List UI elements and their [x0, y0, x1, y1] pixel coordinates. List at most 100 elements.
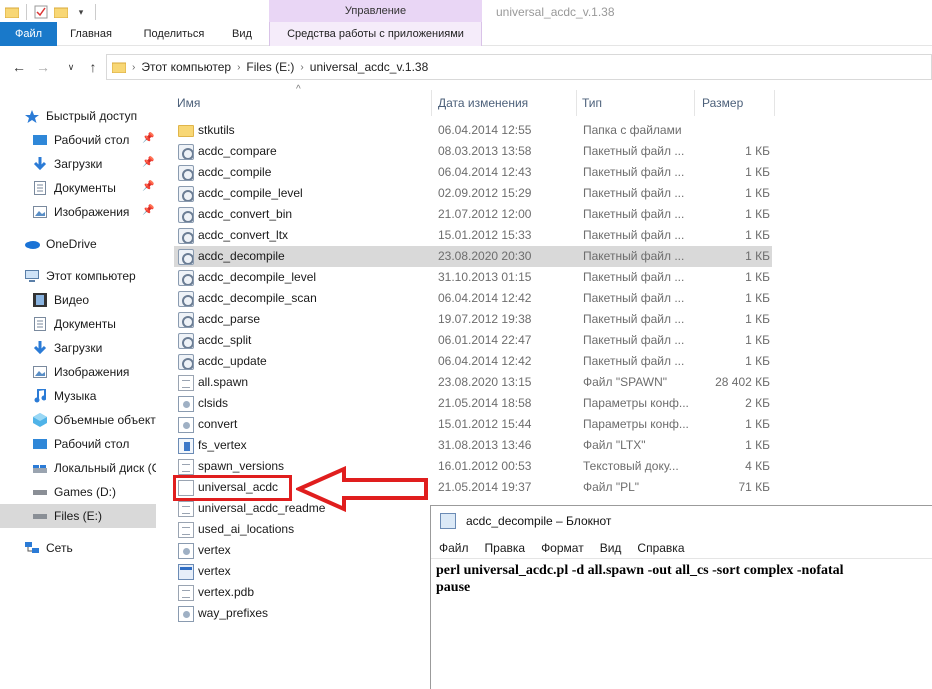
file-row[interactable]: acdc_convert_bin 21.07.2012 12:00 Пакетный…: [174, 204, 772, 225]
column-header-name[interactable]: Имя: [172, 90, 430, 116]
file-type: Параметры конф...: [583, 396, 689, 410]
tab-share[interactable]: Поделиться: [135, 22, 213, 46]
nav-desktop-pc[interactable]: Рабочий стол: [0, 432, 156, 456]
nav-label: Изображения: [54, 205, 130, 219]
nav-label: Быстрый доступ: [46, 109, 138, 123]
forward-icon[interactable]: →: [32, 56, 54, 78]
download-icon: [32, 156, 48, 172]
up-icon[interactable]: ↑: [82, 56, 104, 78]
recent-locations-icon[interactable]: ∨: [60, 56, 82, 78]
file-size: 1 КБ: [745, 354, 770, 368]
computer-icon: [24, 268, 40, 284]
notepad-icon: [440, 513, 456, 529]
file-row[interactable]: acdc_decompile_level 31.10.2013 01:15 Паке…: [174, 267, 772, 288]
nav-onedrive[interactable]: OneDrive: [0, 232, 156, 256]
file-size: 1 КБ: [745, 333, 770, 347]
column-header-size[interactable]: Размер: [697, 90, 773, 116]
chevron-right-icon[interactable]: ›: [237, 62, 240, 73]
file-date: 23.08.2020 20:30: [438, 249, 532, 263]
menu-help[interactable]: Справка: [637, 541, 684, 555]
breadcrumb-folder[interactable]: universal_acdc_v.1.38: [310, 60, 429, 74]
nav-documents-pc[interactable]: Документы: [0, 312, 156, 336]
file-date: 21.07.2012 12:00: [438, 207, 532, 221]
nav-downloads-pc[interactable]: Загрузки: [0, 336, 156, 360]
pin-icon[interactable]: 📌: [142, 133, 154, 144]
column-header-type[interactable]: Тип: [577, 90, 693, 116]
nav-videos[interactable]: Видео: [0, 288, 156, 312]
file-row[interactable]: clsids 21.05.2014 18:58 Параметры конф... 2…: [174, 393, 772, 414]
file-row[interactable]: acdc_decompile_scan 06.04.2014 12:42 Пакет…: [174, 288, 772, 309]
column-divider[interactable]: [431, 90, 432, 116]
file-row[interactable]: fs_vertex 31.08.2013 13:46 Файл "LTX" 1 КБ: [174, 435, 772, 456]
file-row[interactable]: acdc_compile 06.04.2014 12:43 Пакетный фай…: [174, 162, 772, 183]
properties-icon[interactable]: [31, 2, 51, 22]
pin-icon[interactable]: 📌: [142, 205, 154, 216]
file-date: 21.05.2014 19:37: [438, 480, 532, 494]
text-file-icon: [178, 459, 194, 475]
menu-view[interactable]: Вид: [600, 541, 622, 555]
file-row[interactable]: acdc_convert_ltx 15.01.2012 15:33 Пакетный…: [174, 225, 772, 246]
nav-pictures-pc[interactable]: Изображения: [0, 360, 156, 384]
file-row[interactable]: stkutils 06.04.2014 12:55 Папка с файлами: [174, 120, 772, 141]
file-row[interactable]: acdc_update 06.04.2014 12:42 Пакетный файл…: [174, 351, 772, 372]
column-divider[interactable]: [774, 90, 775, 116]
address-bar[interactable]: › Этот компьютер › Files (E:) › universa…: [106, 54, 932, 80]
breadcrumb-drive[interactable]: Files (E:): [246, 60, 294, 74]
file-name: convert: [198, 417, 238, 431]
new-folder-icon[interactable]: [51, 2, 71, 22]
notepad-window[interactable]: acdc_decompile – Блокнот Файл Правка Фор…: [430, 505, 932, 689]
nav-3d-objects[interactable]: Объемные объекты: [0, 408, 156, 432]
drive-icon: [32, 460, 48, 476]
chevron-right-icon[interactable]: ›: [132, 62, 135, 73]
nav-label: Этот компьютер: [46, 269, 136, 283]
file-row[interactable]: acdc_split 06.01.2014 22:47 Пакетный файл …: [174, 330, 772, 351]
3d-objects-icon: [32, 412, 48, 428]
file-date: 16.01.2012 00:53: [438, 459, 532, 473]
file-size: 1 КБ: [745, 438, 770, 452]
nav-music[interactable]: Музыка: [0, 384, 156, 408]
notepad-title-bar[interactable]: acdc_decompile – Блокнот: [431, 506, 932, 536]
nav-drive-e[interactable]: Files (E:): [0, 504, 156, 528]
nav-documents[interactable]: Документы 📌: [0, 176, 156, 200]
file-row[interactable]: spawn_versions 16.01.2012 00:53 Текстовый …: [174, 456, 772, 477]
toolbar-divider: [26, 4, 27, 20]
pin-icon[interactable]: 📌: [142, 181, 154, 192]
nav-drive-d[interactable]: Games (D:): [0, 480, 156, 504]
file-row[interactable]: convert 15.01.2012 15:44 Параметры конф...…: [174, 414, 772, 435]
file-type: Пакетный файл ...: [583, 165, 685, 179]
notepad-text-area[interactable]: perl universal_acdc.pl -d all.spawn -out…: [431, 558, 932, 689]
tab-home[interactable]: Главная: [60, 22, 122, 46]
nav-downloads[interactable]: Загрузки 📌: [0, 152, 156, 176]
tab-view[interactable]: Вид: [224, 22, 260, 46]
nav-this-pc[interactable]: Этот компьютер: [0, 264, 156, 288]
chevron-right-icon[interactable]: ›: [300, 62, 303, 73]
file-row[interactable]: all.spawn 23.08.2020 13:15 Файл "SPAWN" 28 …: [174, 372, 772, 393]
file-date: 08.03.2013 13:58: [438, 144, 532, 158]
file-row[interactable]: acdc_decompile 23.08.2020 20:30 Пакетный ф…: [174, 246, 772, 267]
nav-drive-c[interactable]: Локальный диск (C:): [0, 456, 156, 480]
nav-label: Рабочий стол: [54, 133, 130, 147]
file-row[interactable]: acdc_compile_level 02.09.2012 15:29 Пакетн…: [174, 183, 772, 204]
menu-edit[interactable]: Правка: [485, 541, 526, 555]
tab-app-tools[interactable]: Средства работы с приложениями: [269, 22, 482, 46]
breadcrumb-this-pc[interactable]: Этот компьютер: [141, 60, 231, 74]
column-header-date[interactable]: Дата изменения: [433, 90, 575, 116]
documents-icon: [32, 180, 48, 196]
nav-pictures[interactable]: Изображения 📌: [0, 200, 156, 224]
file-name: used_ai_locations: [198, 522, 295, 536]
file-row[interactable]: acdc_compare 08.03.2013 13:58 Пакетный фай…: [174, 141, 772, 162]
customize-toolbar-icon[interactable]: ▾: [71, 2, 91, 22]
file-date: 06.01.2014 22:47: [438, 333, 532, 347]
tab-file[interactable]: Файл: [0, 22, 57, 46]
pin-icon[interactable]: 📌: [142, 157, 154, 168]
menu-file[interactable]: Файл: [439, 541, 469, 555]
column-divider[interactable]: [694, 90, 695, 116]
file-row[interactable]: acdc_parse 19.07.2012 19:38 Пакетный файл …: [174, 309, 772, 330]
back-icon[interactable]: ←: [8, 56, 30, 78]
file-icon: [178, 375, 194, 391]
menu-format[interactable]: Формат: [541, 541, 584, 555]
nav-quick-access[interactable]: Быстрый доступ: [0, 104, 156, 128]
context-group-label: Управление: [344, 5, 407, 17]
nav-network[interactable]: Сеть: [0, 536, 156, 560]
nav-desktop[interactable]: Рабочий стол 📌: [0, 128, 156, 152]
